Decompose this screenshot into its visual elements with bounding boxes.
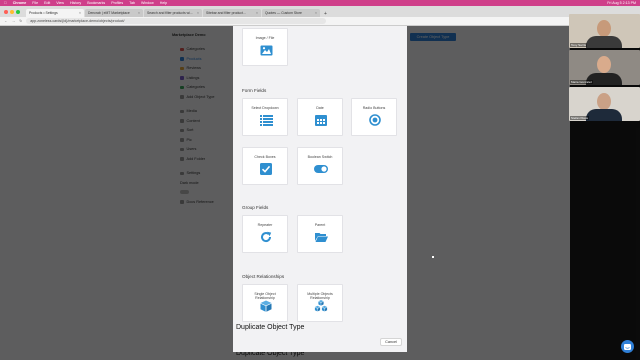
video-call-panel: Tony Sarris Maria Gonzalez Stefan Klaus [569, 14, 640, 121]
browser-toolbar: ← → ↻ app.zoneless.cards/{id}/marketplac… [0, 17, 640, 26]
field-card-boolean-switch[interactable]: Boolean Switch [297, 147, 343, 185]
repeat-icon [259, 230, 273, 244]
close-tab-icon[interactable]: × [315, 11, 317, 15]
field-card-date[interactable]: Date [297, 98, 343, 136]
tab-title: Dencrab | eMT Marketplace [88, 11, 130, 15]
field-card-single-object-relationship[interactable]: Single Object Relationship [242, 284, 288, 322]
close-tab-icon[interactable]: × [79, 11, 81, 15]
back-icon[interactable]: ← [4, 19, 8, 23]
cancel-button[interactable]: Cancel [380, 338, 402, 346]
participant-name: Stefan Klaus [570, 115, 590, 120]
browser-tab[interactable]: Quotes — Custom Store × [262, 9, 320, 17]
chat-launcher-button[interactable] [621, 340, 634, 353]
field-card-label: Boolean Switch [307, 155, 333, 159]
mouse-cursor [432, 256, 434, 258]
section-title-group-fields: Group Fields [242, 205, 269, 210]
duplicate-object-type-heading-visible: Duplicate Object Type [236, 324, 305, 331]
browser-tab[interactable]: Sitebar and filter product... × [203, 9, 261, 17]
field-card-label: Check Boxes [254, 155, 276, 159]
url-text: app.zoneless.cards/{id}/marketplace-demo… [30, 19, 125, 23]
radio-icon [368, 113, 382, 127]
browser-tab-bar: Products • Settings × Dencrab | eMT Marke… [0, 6, 640, 17]
field-card-label: Image / File [255, 36, 275, 40]
section-title-form-fields: Form Fields [242, 88, 267, 93]
checkbox-icon [259, 162, 273, 176]
participant-shoulders [586, 36, 622, 49]
menu-view[interactable]: View [56, 1, 64, 5]
tab-title: Sitebar and filter product... [206, 11, 246, 15]
minimize-window-icon[interactable] [10, 10, 14, 14]
toggle-icon [314, 162, 328, 176]
tab-title: Search and filter products wi... [147, 11, 193, 15]
tab-title: Products • Settings [29, 11, 58, 15]
close-window-icon[interactable] [4, 10, 8, 14]
field-card-check-boxes[interactable]: Check Boxes [242, 147, 288, 185]
field-card-multiple-objects-relationship[interactable]: Multiple Objects Relationship [297, 284, 343, 322]
menu-window[interactable]: Window [141, 1, 154, 5]
menu-file[interactable]: File [32, 1, 38, 5]
participant-avatar [597, 56, 611, 74]
field-type-picker-modal: Image / File Form Fields Select Dropdown… [233, 26, 407, 352]
apple-icon[interactable]:  [4, 1, 7, 5]
tab-title: Quotes — Custom Store [265, 11, 302, 15]
menu-profiles[interactable]: Profiles [111, 1, 123, 5]
field-card-label: Parent [314, 223, 326, 227]
folder-icon [314, 230, 328, 244]
close-tab-icon[interactable]: × [138, 11, 140, 15]
field-card-radio-buttons[interactable]: Radio Buttons [351, 98, 397, 136]
list-icon [259, 113, 273, 127]
address-bar[interactable]: app.zoneless.cards/{id}/marketplace-demo… [26, 18, 327, 24]
cubes-icon [314, 299, 328, 313]
maximize-window-icon[interactable] [16, 10, 20, 14]
menu-edit[interactable]: Edit [44, 1, 50, 5]
window-controls [4, 10, 20, 14]
cube-icon [259, 299, 273, 313]
chat-icon [624, 343, 631, 350]
participant-tile[interactable]: Maria Gonzalez [569, 50, 640, 85]
field-card-label: Radio Buttons [362, 106, 386, 110]
browser-tab[interactable]: Products • Settings × [26, 9, 84, 17]
field-card-label: Select Dropdown [251, 106, 279, 110]
field-card-repeater[interactable]: Repeater [242, 215, 288, 253]
menubar-clock[interactable]: Fri Aug 5 2:13 PM [607, 1, 636, 5]
forward-icon[interactable]: → [12, 19, 16, 23]
participant-shoulders [586, 108, 622, 121]
participant-avatar [597, 92, 611, 110]
browser-tab[interactable]: Search and filter products wi... × [144, 9, 202, 17]
menu-help[interactable]: Help [160, 1, 167, 5]
section-title-object-relationships: Object Relationships [242, 274, 285, 279]
menu-app-name[interactable]: Chrome [13, 1, 27, 5]
participant-name: Maria Gonzalez [570, 79, 594, 84]
browser-tab[interactable]: Dencrab | eMT Marketplace × [85, 9, 143, 17]
field-card-label: Repeater [257, 223, 273, 227]
participant-avatar [597, 20, 611, 37]
field-card-image-file[interactable]: Image / File [242, 28, 288, 66]
calendar-icon [314, 113, 328, 127]
menu-tab[interactable]: Tab [129, 1, 135, 5]
field-card-select-dropdown[interactable]: Select Dropdown [242, 98, 288, 136]
close-tab-icon[interactable]: × [197, 11, 199, 15]
field-card-parent[interactable]: Parent [297, 215, 343, 253]
menu-history[interactable]: History [70, 1, 81, 5]
reload-icon[interactable]: ↻ [19, 19, 22, 23]
participant-tile[interactable]: Stefan Klaus [569, 86, 640, 121]
image-icon [259, 43, 273, 57]
menu-bookmarks[interactable]: Bookmarks [87, 1, 105, 5]
participant-tile[interactable]: Tony Sarris [569, 14, 640, 49]
field-card-label: Date [316, 106, 324, 110]
participant-name: Tony Sarris [570, 43, 588, 48]
close-tab-icon[interactable]: × [256, 11, 258, 15]
